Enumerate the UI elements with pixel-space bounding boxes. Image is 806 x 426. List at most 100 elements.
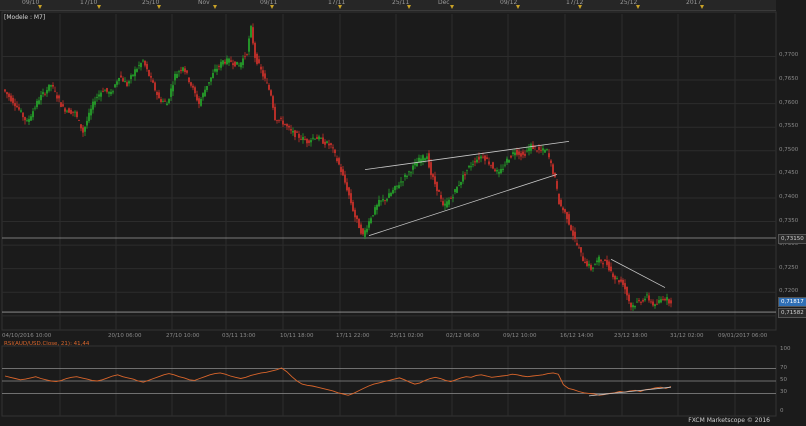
candle-body [532, 144, 534, 150]
candle-body [372, 215, 374, 217]
candle-body [324, 141, 326, 145]
candle-body [128, 81, 130, 84]
candle-body [144, 60, 146, 66]
candle-body [192, 85, 194, 88]
candle-body [108, 92, 110, 94]
price-tick-label: 0,7400 [779, 193, 799, 200]
candle-body [264, 73, 266, 79]
candle-body [528, 147, 530, 152]
candle-body [348, 187, 350, 196]
candle-body [592, 267, 594, 269]
candle-body [626, 287, 628, 296]
candle-body [218, 66, 220, 67]
date-tick-label: 03/11 13:00 [222, 333, 256, 339]
candle-body [660, 299, 662, 303]
candle-body [266, 82, 268, 84]
candle-body [22, 112, 24, 118]
candle-body [404, 174, 406, 177]
candle-body [570, 225, 572, 231]
lower-level-price-tag: 0,71582 [778, 308, 806, 319]
candle-body [430, 162, 432, 176]
candle-body [188, 77, 190, 83]
candle-body [370, 218, 372, 224]
candle-body [246, 54, 248, 55]
candle-body [4, 89, 6, 92]
candle-body [204, 89, 206, 97]
candle-body [274, 106, 276, 120]
candle-body [12, 97, 14, 104]
candle-body [56, 95, 58, 99]
candle-body [66, 110, 68, 112]
candle-body [454, 189, 456, 193]
candle-body [320, 138, 322, 139]
candle-body [492, 162, 494, 169]
candle-body [242, 58, 244, 66]
candle-body [364, 230, 366, 237]
candle-body [156, 92, 158, 96]
candle-body [624, 283, 626, 290]
candle-body [232, 63, 234, 66]
candle-body [650, 301, 652, 303]
candle-body [50, 85, 52, 87]
candle-body [64, 108, 66, 112]
candle-body [240, 62, 242, 68]
candle-body [136, 69, 138, 72]
candle-body [148, 69, 150, 76]
candle-body [20, 110, 22, 112]
candle-body [452, 197, 454, 199]
candle-body [464, 174, 466, 176]
candle-body [658, 300, 660, 303]
candle-body [510, 155, 512, 158]
credit-text: FXCM Marketscope © 2016 [688, 417, 770, 424]
candle-body [126, 82, 128, 86]
price-tick-label: 0,7200 [779, 288, 799, 295]
candle-body [470, 166, 472, 168]
candle-body [360, 224, 362, 234]
candle-body [42, 92, 44, 95]
candle-body [38, 100, 40, 105]
date-tick-label: 23/12 18:00 [614, 333, 648, 339]
candle-body [310, 140, 312, 143]
candle-body [590, 265, 592, 270]
date-tick-label: 09/12 10:00 [503, 333, 537, 339]
price-tick-label: 0,7450 [779, 170, 799, 177]
candle-body [580, 247, 582, 253]
candle-body [490, 165, 492, 167]
candle-body [602, 263, 604, 265]
candle-body [220, 61, 222, 68]
candle-body [200, 98, 202, 106]
candle-body [28, 119, 30, 122]
candle-body [194, 87, 196, 94]
candle-body [184, 68, 186, 72]
candle-body [300, 138, 302, 140]
date-tick-label: 25/11 02:00 [390, 333, 424, 339]
candle-body [302, 137, 304, 140]
candle-body [654, 304, 656, 307]
candle-body [222, 60, 224, 65]
candle-body [112, 91, 114, 93]
candle-body [584, 261, 586, 264]
candle-body [606, 260, 608, 265]
candle-body [180, 70, 182, 71]
candle-body [376, 204, 378, 210]
candle-body [72, 111, 74, 113]
candle-body [116, 81, 118, 85]
candle-body [198, 98, 200, 104]
candle-body [520, 153, 522, 157]
date-tick-label: 17/11 22:00 [336, 333, 370, 339]
candle-body [438, 189, 440, 192]
candle-body [212, 72, 214, 79]
price-chart[interactable] [0, 0, 806, 426]
candle-body [350, 193, 352, 204]
candle-body [146, 64, 148, 70]
candle-body [616, 278, 618, 279]
candle-body [354, 209, 356, 218]
candle-body [632, 305, 634, 308]
candle-body [412, 165, 414, 170]
candle-body [562, 207, 564, 211]
candle-body [504, 164, 506, 166]
candle-body [596, 260, 598, 263]
candle-body [552, 164, 554, 175]
candle-body [392, 189, 394, 194]
candle-body [258, 59, 260, 64]
